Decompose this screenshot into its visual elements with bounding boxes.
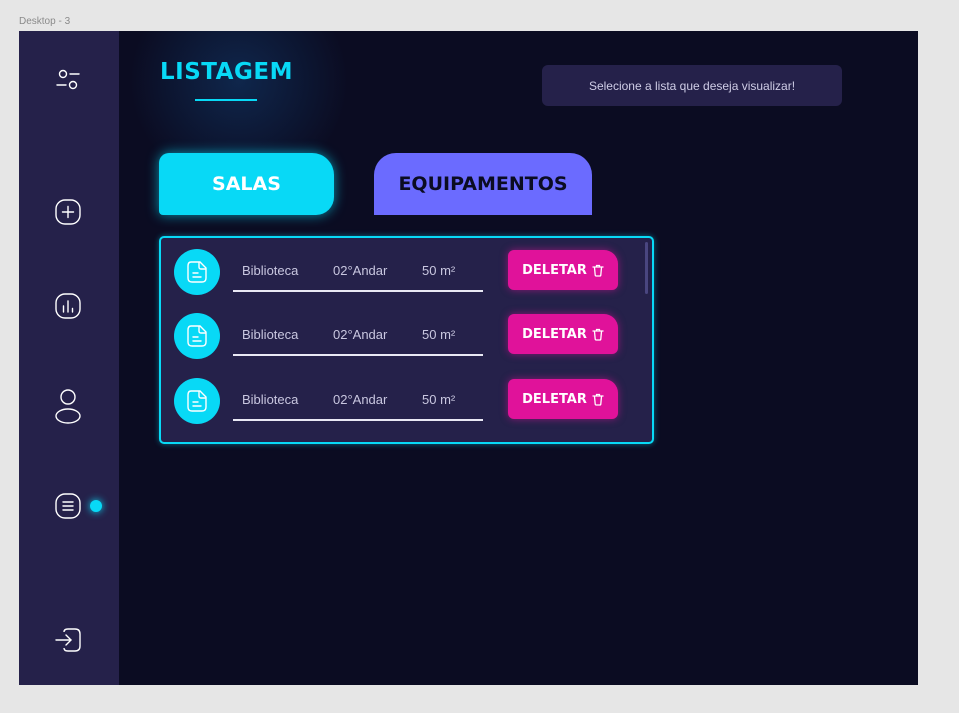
trash-icon — [592, 393, 604, 406]
document-icon — [174, 249, 220, 295]
trash-icon — [592, 328, 604, 341]
room-name: Biblioteca — [242, 392, 299, 407]
active-indicator — [90, 500, 102, 512]
sidebar — [19, 31, 119, 685]
room-area: 50 m² — [422, 392, 456, 407]
user-icon[interactable] — [51, 386, 85, 426]
page-title: LISTAGEM — [160, 59, 293, 85]
delete-button[interactable]: DELETAR — [508, 379, 618, 419]
delete-button[interactable]: DELETAR — [508, 250, 618, 290]
delete-button-label: DELETAR — [522, 326, 587, 342]
frame-label: Desktop - 3 — [19, 16, 71, 27]
room-floor: 02°Andar — [333, 392, 388, 407]
add-icon[interactable] — [51, 195, 85, 229]
room-name: Biblioteca — [242, 263, 299, 278]
tab-salas[interactable]: SALAS — [159, 153, 334, 215]
room-area: 50 m² — [422, 327, 456, 342]
delete-button-label: DELETAR — [522, 262, 587, 278]
chart-icon[interactable] — [51, 289, 85, 323]
title-underline — [195, 99, 257, 101]
hint-banner: Selecione a lista que deseja visualizar! — [542, 65, 842, 106]
trash-icon — [592, 264, 604, 277]
list-icon[interactable] — [51, 489, 85, 523]
list-item: Biblioteca 02°Andar 50 m² DELETAR — [161, 238, 652, 302]
delete-button-label: DELETAR — [522, 391, 587, 407]
tab-equipamentos[interactable]: EQUIPAMENTOS — [374, 153, 592, 215]
delete-button[interactable]: DELETAR — [508, 314, 618, 354]
room-area: 50 m² — [422, 263, 456, 278]
room-floor: 02°Andar — [333, 263, 388, 278]
document-icon — [174, 378, 220, 424]
app-window: LISTAGEM Selecione a lista que deseja vi… — [19, 31, 918, 685]
document-icon — [174, 313, 220, 359]
row-divider — [233, 419, 483, 421]
room-name: Biblioteca — [242, 327, 299, 342]
row-divider — [233, 354, 483, 356]
logout-icon[interactable] — [51, 623, 85, 657]
list-item: Biblioteca 02°Andar 50 m² DELETAR — [161, 367, 652, 431]
settings-toggle-icon[interactable] — [51, 63, 85, 97]
list-item: Biblioteca 02°Andar 50 m² DELETAR — [161, 302, 652, 366]
room-floor: 02°Andar — [333, 327, 388, 342]
row-divider — [233, 290, 483, 292]
list-panel: Biblioteca 02°Andar 50 m² DELETAR Biblio… — [159, 236, 654, 444]
